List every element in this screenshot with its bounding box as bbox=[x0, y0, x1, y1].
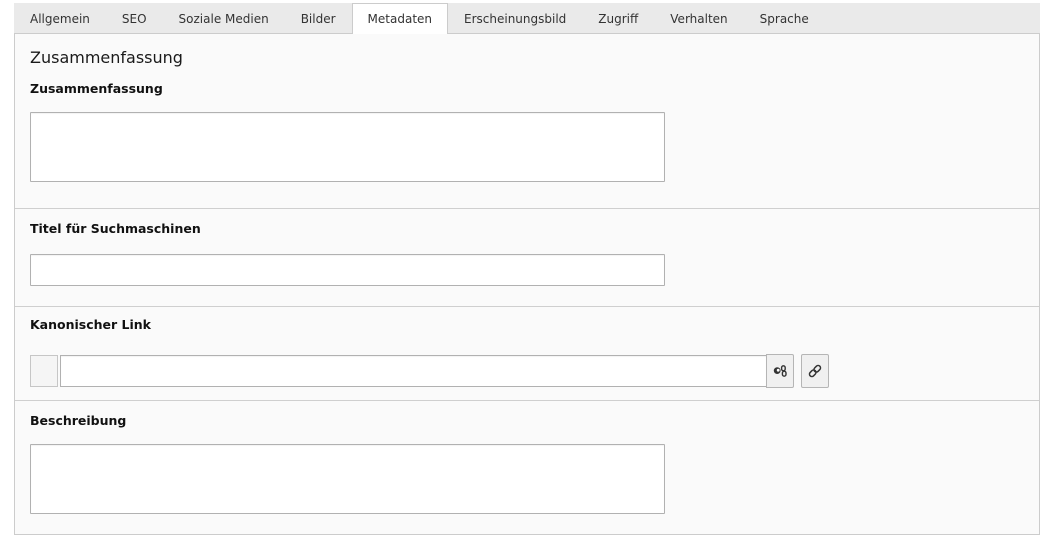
description-label: Beschreibung bbox=[30, 413, 127, 428]
preview-link-icon bbox=[772, 363, 788, 379]
tab-verhalten[interactable]: Verhalten bbox=[654, 3, 744, 33]
tab-bilder[interactable]: Bilder bbox=[284, 3, 352, 33]
summary-textarea[interactable] bbox=[30, 112, 665, 182]
canonical-link-input[interactable] bbox=[60, 355, 767, 387]
section-zusammenfassung: Zusammenfassung Zusammenfassung bbox=[15, 34, 1039, 208]
tab-soziale-medien[interactable]: Soziale Medien bbox=[162, 3, 285, 33]
tab-seo[interactable]: SEO bbox=[105, 3, 163, 33]
sheet-title: Zusammenfassung bbox=[30, 48, 183, 67]
tab-erscheinungsbild[interactable]: Erscheinungsbild bbox=[448, 3, 583, 33]
section-description: Beschreibung bbox=[15, 400, 1039, 532]
form-tab-bar: Allgemein SEO Soziale Medien Bilder Meta… bbox=[14, 3, 1040, 34]
tab-zugriff[interactable]: Zugriff bbox=[582, 3, 655, 33]
canonical-link-input-group bbox=[30, 354, 1024, 388]
link-icon-placeholder bbox=[30, 355, 58, 387]
seo-title-input[interactable] bbox=[30, 254, 665, 286]
section-canonical-link: Kanonischer Link bbox=[15, 306, 1039, 400]
tab-content-panel: Zusammenfassung Zusammenfassung Titel fü… bbox=[14, 33, 1040, 535]
section-seo-title: Titel für Suchmaschinen bbox=[15, 208, 1039, 306]
toggle-link-explanation-button[interactable] bbox=[766, 354, 794, 388]
tab-metadaten[interactable]: Metadaten bbox=[351, 3, 449, 34]
tab-allgemein[interactable]: Allgemein bbox=[14, 3, 106, 33]
summary-label: Zusammenfassung bbox=[30, 81, 163, 96]
description-textarea[interactable] bbox=[30, 444, 665, 514]
link-browser-icon bbox=[807, 363, 823, 379]
link-browser-button[interactable] bbox=[801, 354, 829, 388]
tab-sprache[interactable]: Sprache bbox=[743, 3, 825, 33]
canonical-link-label: Kanonischer Link bbox=[30, 317, 151, 332]
seo-title-label: Titel für Suchmaschinen bbox=[30, 221, 201, 236]
